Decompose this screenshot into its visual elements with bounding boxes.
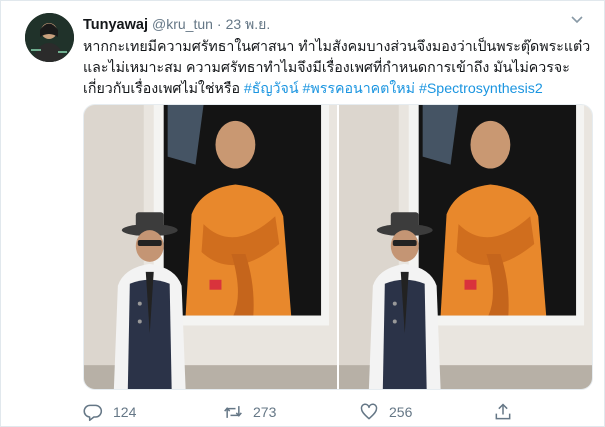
reply-icon (83, 404, 103, 422)
hashtag-link[interactable]: #พรรคอนาคตใหม่ (303, 81, 416, 97)
chevron-down-icon[interactable] (570, 15, 584, 25)
user-handle[interactable]: @kru_tun (152, 16, 213, 32)
tweet-header: Tunyawaj @kru_tun · 23 พ.ย. (83, 14, 270, 36)
avatar-image (25, 13, 74, 62)
tweet-text: หากกะเทยมีความศรัทธาในศาสนา ทำไมสังคมบาง… (83, 37, 593, 100)
tweet-text-segment: เกี่ยวกับเรื่องเพศไม่ใช่หรือ (83, 81, 244, 97)
retweet-count: 273 (253, 404, 277, 420)
reply-count: 124 (113, 404, 137, 420)
hashtag-link[interactable]: #ธัญวัจน์ (244, 81, 299, 97)
tweet-text-line: หากกะเทยมีความศรัทธาในศาสนา ทำไมสังคมบาง… (83, 39, 591, 55)
tweet-text-line: และไม่เหมาะสม ความศรัทธาทำไมจึงมีเรื่องเ… (83, 60, 570, 76)
like-count: 256 (389, 404, 413, 420)
tweet-card[interactable]: Tunyawaj @kru_tun · 23 พ.ย. หากกะเทยมีคว… (0, 0, 605, 427)
reply-button[interactable]: 124 (83, 402, 223, 422)
tweet-photo[interactable] (339, 105, 592, 389)
tweet-actions: 124 273 256 (83, 401, 533, 423)
retweet-button[interactable]: 273 (223, 402, 359, 422)
display-name[interactable]: Tunyawaj (83, 17, 148, 33)
share-button[interactable] (493, 402, 533, 422)
tweet-photo[interactable] (84, 105, 337, 389)
hashtag-link[interactable]: #Spectrosynthesis2 (419, 81, 543, 97)
tweet-text-line: เกี่ยวกับเรื่องเพศไม่ใช่หรือ #ธัญวัจน์ #… (83, 79, 593, 100)
retweet-icon (224, 406, 242, 418)
avatar[interactable] (25, 13, 74, 62)
separator-dot: · (216, 16, 222, 32)
media-grid (83, 104, 593, 390)
timestamp[interactable]: 23 พ.ย. (226, 14, 271, 36)
share-icon (495, 403, 511, 420)
heart-icon (360, 403, 378, 420)
like-button[interactable]: 256 (359, 402, 493, 422)
